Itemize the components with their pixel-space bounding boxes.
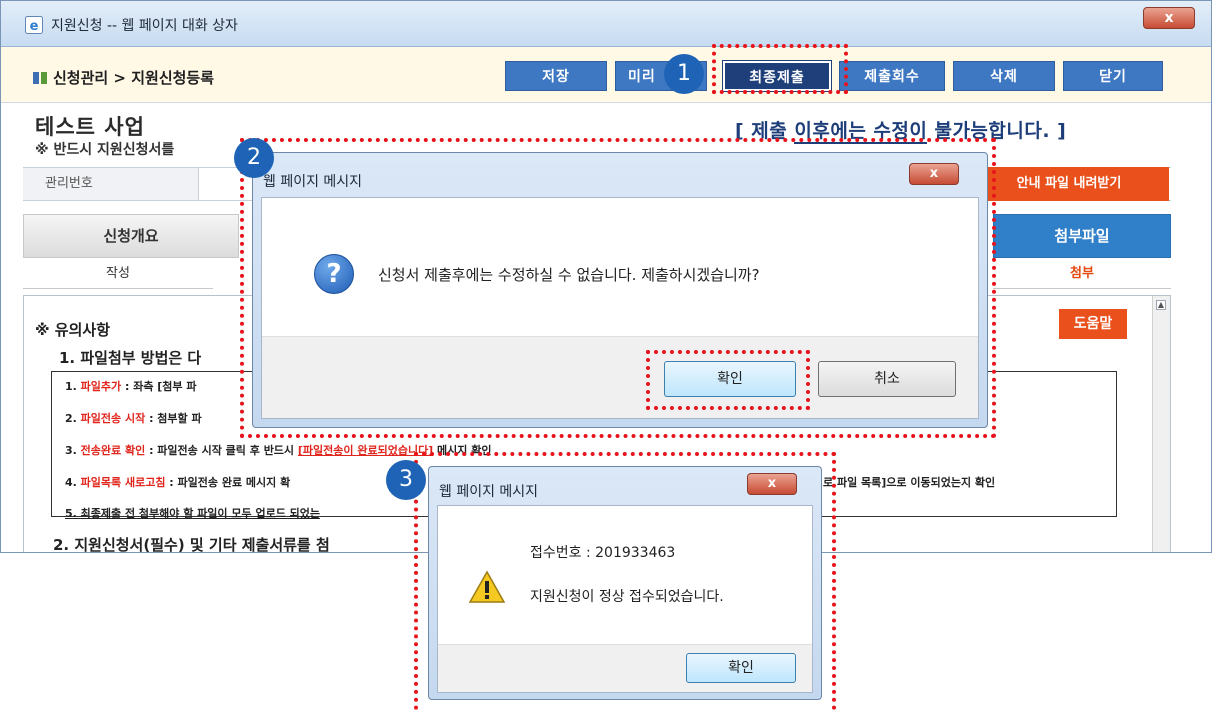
toolbar: 신청관리 > 지원신청등록 저장 미리 최종제출 제출회수 삭제 닫기: [1, 47, 1211, 103]
instruction-item-1: 1. 파일추가 : 좌측 [첨부 파: [65, 378, 197, 394]
window-titlebar: e 지원신청 -- 웹 페이지 대화 상자 x: [1, 1, 1211, 47]
menu-grid-icon: [33, 72, 47, 84]
help-button[interactable]: 도움말: [1059, 309, 1127, 339]
highlight-confirm-dialog: [240, 138, 996, 438]
step-attachments[interactable]: 첨부파일: [993, 214, 1171, 258]
step-application-overview[interactable]: 신청개요: [23, 214, 239, 258]
save-button[interactable]: 저장: [505, 61, 607, 91]
close-button[interactable]: 닫기: [1063, 61, 1163, 91]
download-guide-button[interactable]: 안내 파일 내려받기: [969, 167, 1169, 201]
project-title: 테스트 사업: [35, 115, 145, 139]
submission-notice: ※ 반드시 지원신청서를: [35, 142, 175, 158]
svg-text:e: e: [30, 19, 39, 34]
item-keyword: 파일목록 새로고침: [80, 476, 166, 489]
delete-button[interactable]: 삭제: [953, 61, 1055, 91]
scroll-up-arrow-icon[interactable]: ▲: [1156, 300, 1166, 310]
item-text: : 파일전송 시작 클릭 후 반드시: [145, 444, 298, 457]
section-2-heading: 2. 지원신청서(필수) 및 기타 제출서류를 첨: [53, 536, 330, 553]
instruction-item-4: 4. 파일목록 새로고침 : 파일전송 완료 메시지 확: [65, 474, 290, 490]
item-number: 1.: [65, 380, 81, 393]
ie-icon: e: [25, 16, 43, 34]
step-badge-1: 1: [664, 54, 704, 94]
item-text: 최종제출 전 첨부해야 할 파일이 모두 업로드 되었는: [80, 507, 320, 520]
instruction-item-5: 5. 최종제출 전 첨부해야 할 파일이 모두 업로드 되었는: [65, 505, 320, 521]
withdraw-submission-button[interactable]: 제출회수: [839, 61, 945, 91]
step-sub-attach: 첨부: [993, 259, 1171, 289]
window-title: 지원신청 -- 웹 페이지 대화 상자: [51, 18, 238, 34]
step-sub-write: 작성: [23, 259, 213, 289]
vertical-scrollbar[interactable]: ▲: [1152, 296, 1170, 552]
step-badge-3: 3: [386, 460, 426, 500]
item-number: 5.: [65, 507, 81, 520]
instruction-item-2: 2. 파일전송 시작 : 첨부할 파: [65, 410, 202, 426]
breadcrumb: 신청관리 > 지원신청등록: [33, 67, 214, 88]
step-badge-2: 2: [234, 138, 274, 178]
section-1-heading: 1. 파일첨부 방법은 다: [59, 349, 202, 367]
item-number: 2.: [65, 412, 81, 425]
highlight-final-submit: [712, 44, 848, 94]
item-text: : 파일전송 완료 메시지 확: [165, 476, 291, 489]
item-text: : 첨부할 파: [145, 412, 202, 425]
item-keyword: 전송완료 확인: [80, 444, 146, 457]
highlight-receipt-dialog: [414, 452, 836, 710]
window-close-button[interactable]: x: [1143, 7, 1195, 29]
caution-heading: ※ 유의사항: [35, 321, 111, 339]
screenshot-stage: e 지원신청 -- 웹 페이지 대화 상자 x 신청관리 > 지원신청등록 저장…: [0, 0, 1212, 710]
instruction-item-4-tail: 로 파일 목록]으로 이동되었는지 확인: [823, 476, 996, 489]
item-number: 3.: [65, 444, 81, 457]
item-number: 4.: [65, 476, 81, 489]
item-text: : 좌측 [첨부 파: [121, 380, 197, 393]
item-highlight: [파일전송이 완료되었습니다]: [297, 444, 434, 457]
highlight-ok-button: [646, 350, 810, 410]
breadcrumb-text: 신청관리 > 지원신청등록: [53, 69, 215, 87]
item-keyword: 파일전송 시작: [80, 412, 146, 425]
management-number-label: 관리번호: [23, 168, 199, 200]
item-keyword: 파일추가: [80, 380, 122, 393]
